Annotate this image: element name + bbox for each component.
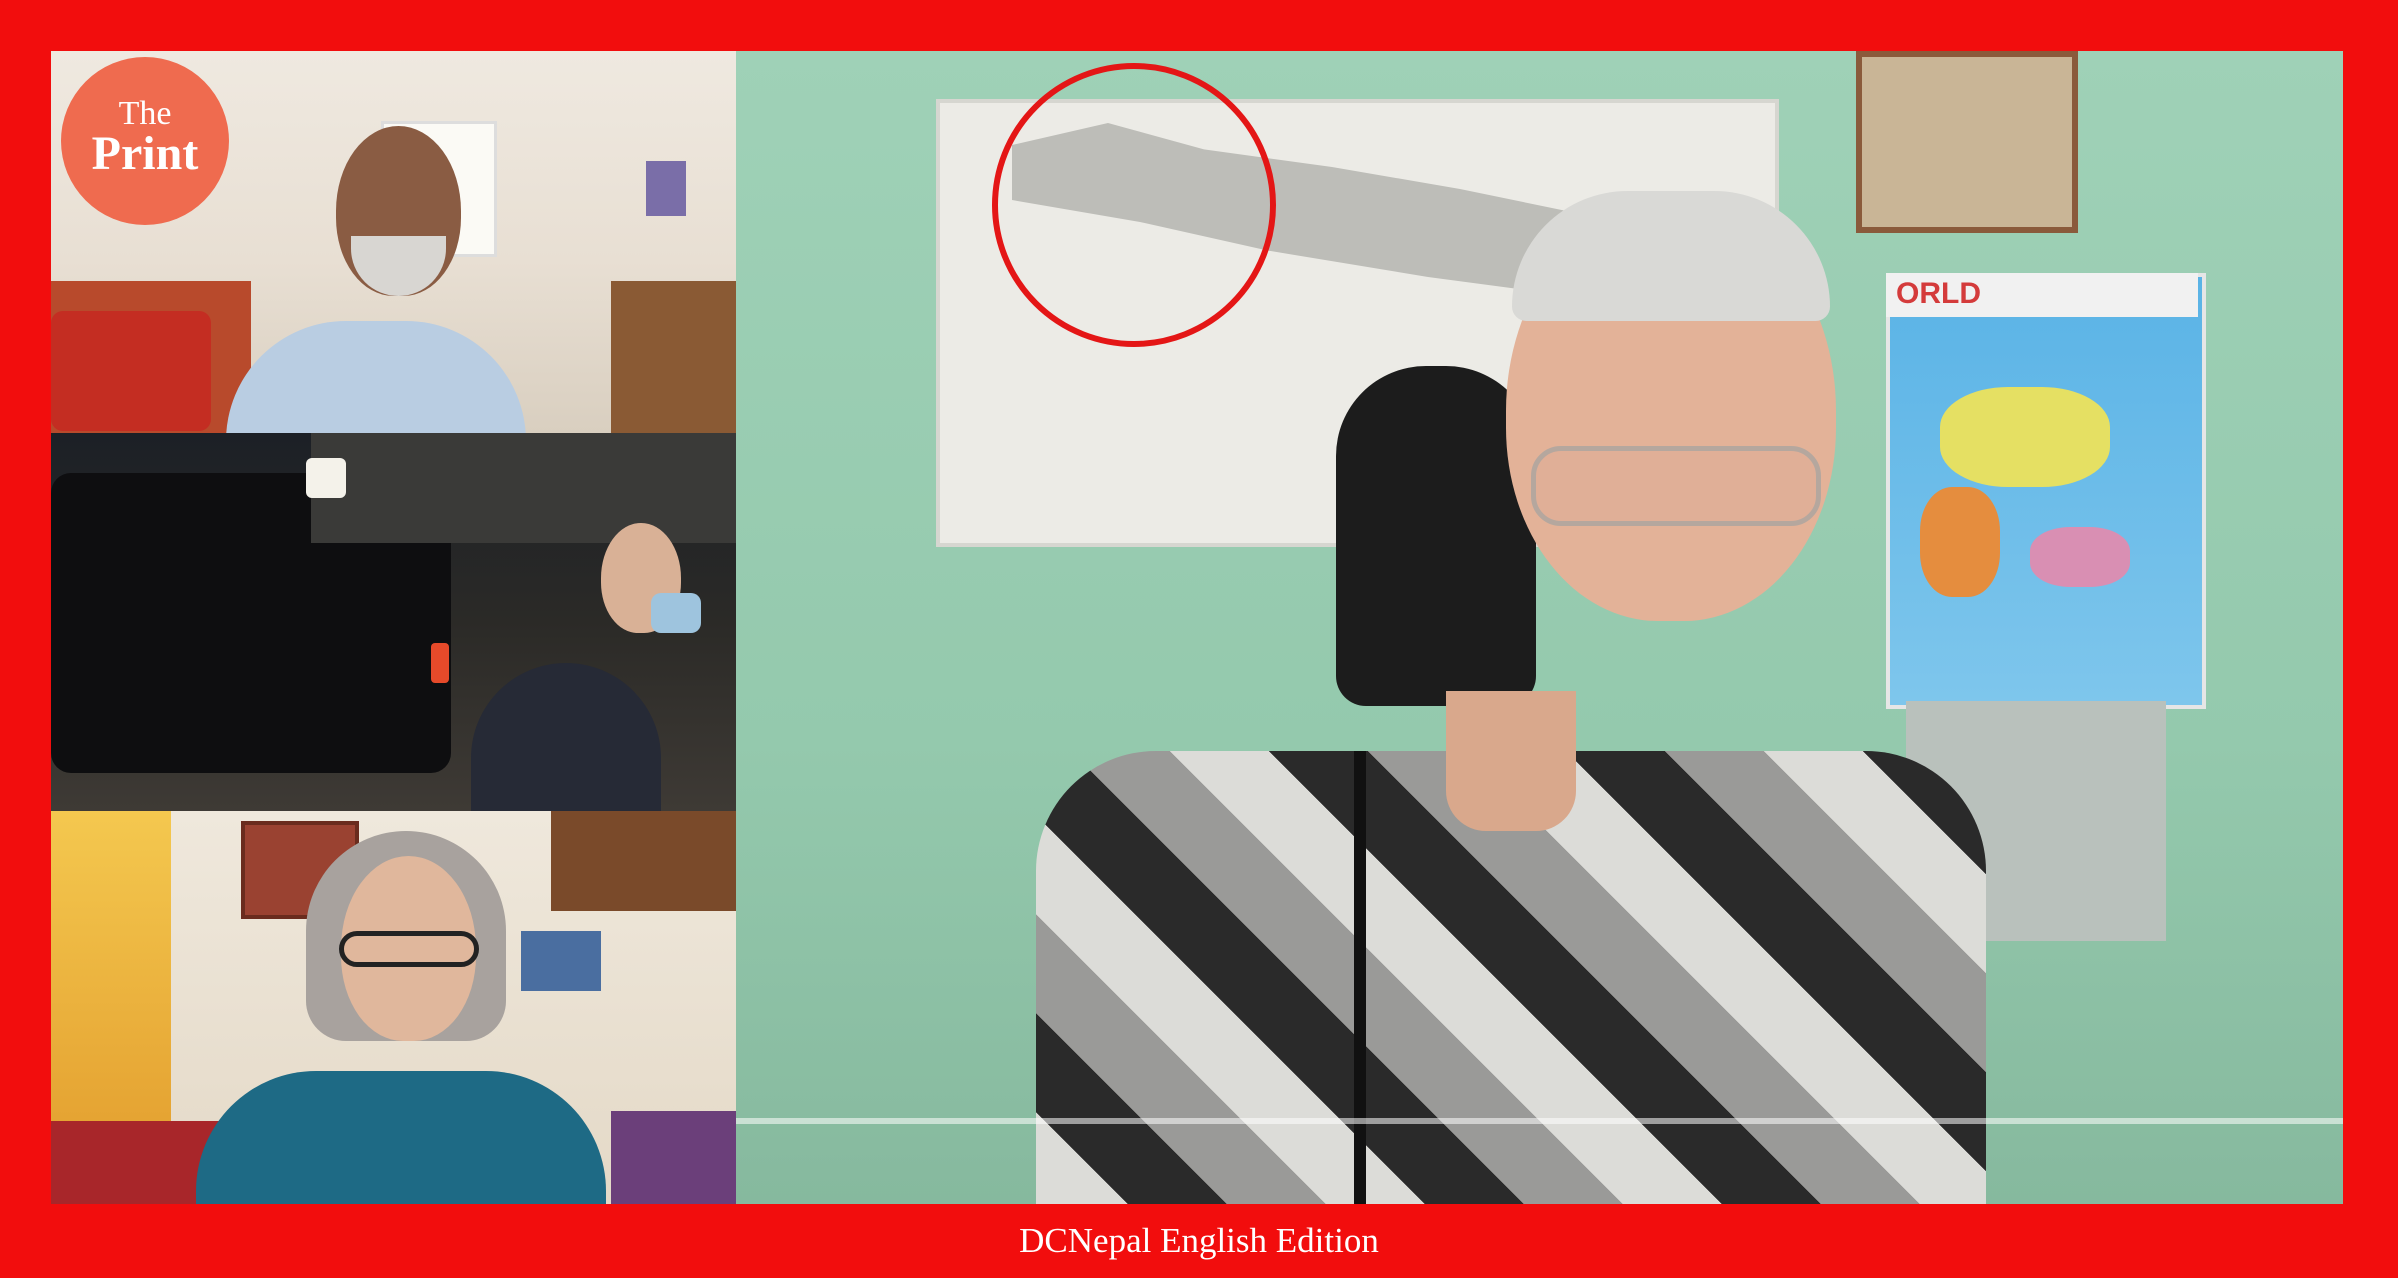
painting — [521, 931, 601, 991]
beard — [351, 236, 446, 296]
highlight-circle — [992, 63, 1276, 347]
wall-frame — [1856, 51, 2078, 233]
participant-body — [196, 1071, 606, 1204]
jacket-zipper — [1354, 751, 1366, 1204]
cabinet — [611, 281, 736, 433]
person-body — [471, 663, 661, 811]
theprint-logo: The Print — [61, 57, 229, 225]
tail-light — [431, 643, 449, 683]
wall-textile — [551, 811, 736, 911]
building — [311, 433, 736, 543]
world-map-title-text: ORLD — [1896, 277, 1981, 310]
footer-caption: DCNepal English Edition — [1019, 1221, 1379, 1260]
world-map-title: ORLD — [1886, 273, 2198, 317]
participant-body — [226, 321, 526, 433]
world-map — [1886, 273, 2206, 709]
eyeglasses — [339, 931, 479, 967]
video-seek-bar[interactable] — [736, 1118, 2343, 1124]
table — [611, 1111, 736, 1204]
participant-tile-3[interactable] — [51, 811, 736, 1204]
logo-text-the: The — [118, 95, 172, 132]
light — [306, 458, 346, 498]
video-call-frame: The Print ORLD — [51, 51, 2343, 1204]
face-mask — [651, 593, 701, 633]
cushion — [51, 311, 211, 431]
photo-frame — [646, 161, 686, 216]
speaker-eyeglasses — [1531, 446, 1821, 526]
logo-text-print: Print — [91, 127, 199, 180]
participant-tile-2[interactable] — [51, 433, 736, 811]
main-video[interactable]: ORLD — [736, 51, 2343, 1204]
speaker-neck — [1446, 691, 1576, 831]
